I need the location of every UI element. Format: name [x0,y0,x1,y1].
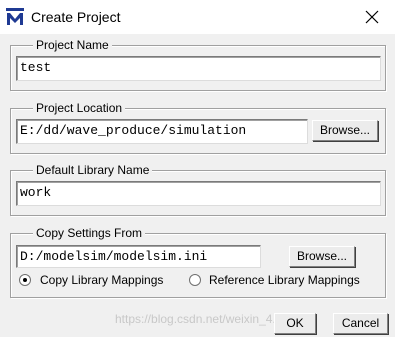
project-location-input[interactable]: E:/dd/wave_produce/simulation [16,119,308,144]
ok-button[interactable]: OK [274,313,316,334]
modelsim-logo-icon [6,8,24,25]
reference-library-mappings-radio[interactable] [189,274,201,286]
copy-library-mappings-option[interactable]: Copy Library Mappings [19,272,189,288]
title-bar: Create Project [0,0,395,34]
copy-settings-browse-button[interactable]: Browse... [289,246,355,267]
copy-library-mappings-radio[interactable] [19,274,31,286]
project-location-group: Project Location E:/dd/wave_produce/simu… [10,100,386,154]
copy-settings-label: Copy Settings From [33,225,146,241]
default-library-label: Default Library Name [33,162,153,178]
copy-settings-input[interactable]: D:/modelsim/modelsim.ini [16,245,261,268]
reference-library-mappings-label: Reference Library Mappings [209,273,360,287]
default-library-input[interactable]: work [16,181,381,206]
cancel-button[interactable]: Cancel [333,313,388,334]
default-library-group: Default Library Name work [10,162,386,216]
project-location-label: Project Location [33,100,126,116]
reference-library-mappings-option[interactable]: Reference Library Mappings [189,272,381,288]
window-title: Create Project [31,9,121,25]
close-icon[interactable] [362,7,382,27]
project-location-browse-button[interactable]: Browse... [312,120,378,141]
project-name-input[interactable]: test [16,56,381,81]
watermark-text: https://blog.csdn.net/weixin_4... [115,312,283,326]
copy-library-mappings-label: Copy Library Mappings [40,273,164,287]
radio-selected-dot [23,278,27,282]
copy-settings-group: Copy Settings From D:/modelsim/modelsim.… [10,225,386,298]
project-name-label: Project Name [33,37,112,53]
project-name-group: Project Name test [10,37,386,91]
